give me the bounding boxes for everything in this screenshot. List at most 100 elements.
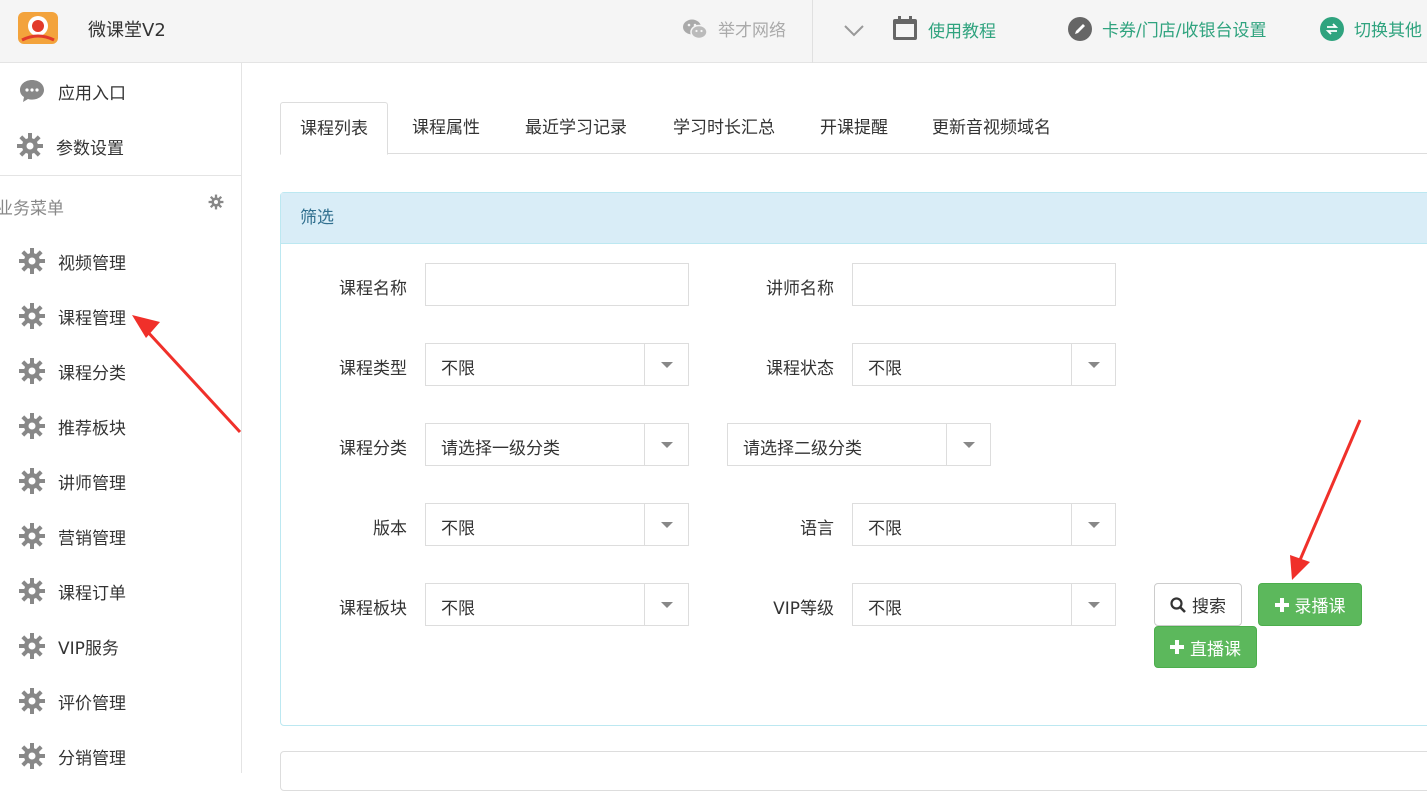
tab-course-list[interactable]: 课程列表 <box>280 102 388 155</box>
gear-icon <box>19 303 45 329</box>
tab-study-duration[interactable]: 学习时长汇总 <box>654 102 794 154</box>
wechat-account[interactable]: 举才网络 <box>682 16 786 41</box>
switch-label: 切换其他 <box>1354 21 1422 41</box>
app-title: 微课堂V2 <box>88 20 166 41</box>
pencil-icon <box>1068 16 1092 41</box>
tab-course-reminder[interactable]: 开课提醒 <box>801 102 907 154</box>
select-value: 不限 <box>441 599 475 619</box>
block-label: 课程板块 <box>339 599 407 619</box>
gear-icon <box>19 358 45 384</box>
sidebar-menu-item[interactable]: 营销管理 <box>18 522 126 550</box>
sidebar-item-app-entry[interactable]: 应用入口 <box>18 77 126 105</box>
header-divider <box>812 0 813 63</box>
sidebar-item-label: 评价管理 <box>58 693 126 714</box>
select-value: 不限 <box>441 359 475 379</box>
gear-icon <box>19 523 45 549</box>
course-name-label: 课程名称 <box>339 279 407 299</box>
app-logo <box>18 12 58 44</box>
course-name-input[interactable] <box>425 263 689 306</box>
select-value: 不限 <box>441 519 475 539</box>
teacher-name-input[interactable] <box>852 263 1116 306</box>
sidebar-item-label: 应用入口 <box>58 83 126 104</box>
sidebar-menu-item[interactable]: 课程管理 <box>18 302 126 330</box>
caret-down-icon <box>1071 584 1115 625</box>
chevron-down-icon[interactable] <box>842 18 866 42</box>
caret-down-icon <box>1071 504 1115 545</box>
add-recorded-course-button[interactable]: 录播课 <box>1258 583 1362 626</box>
sidebar-item-label: 营销管理 <box>58 528 126 549</box>
live-button-label: 直播课 <box>1190 639 1241 660</box>
sidebar-item-label: VIP服务 <box>58 638 119 659</box>
plus-icon <box>1274 597 1289 612</box>
sidebar-menu-item[interactable]: 课程订单 <box>18 577 126 605</box>
caret-down-icon <box>644 344 688 385</box>
sidebar-item-label: 分销管理 <box>58 748 126 769</box>
course-status-label: 课程状态 <box>766 359 834 379</box>
vip-level-label: VIP等级 <box>773 599 834 619</box>
course-type-select[interactable]: 不限 <box>425 343 689 386</box>
vip-level-select[interactable]: 不限 <box>852 583 1116 626</box>
teacher-name-label: 讲师名称 <box>766 279 834 299</box>
sidebar-menu-item[interactable]: VIP服务 <box>18 632 119 660</box>
search-button-label: 搜索 <box>1192 597 1226 617</box>
caret-down-icon <box>946 424 990 465</box>
select-value: 不限 <box>868 519 902 539</box>
language-select[interactable]: 不限 <box>852 503 1116 546</box>
tab-recent-study[interactable]: 最近学习记录 <box>506 102 646 154</box>
course-type-label: 课程类型 <box>339 359 407 379</box>
sidebar-menu-item[interactable]: 讲师管理 <box>18 467 126 495</box>
tab-bar: 课程列表 课程属性 最近学习记录 学习时长汇总 开课提醒 更新音视频域名 <box>280 102 1427 155</box>
search-icon <box>1170 596 1186 613</box>
select-value: 不限 <box>868 359 902 379</box>
course-status-select[interactable]: 不限 <box>852 343 1116 386</box>
gear-icon <box>19 413 45 439</box>
caret-down-icon <box>644 424 688 465</box>
wechat-label: 举才网络 <box>718 21 786 41</box>
search-button[interactable]: 搜索 <box>1154 583 1242 626</box>
chat-bubble-icon <box>20 80 44 102</box>
gear-icon <box>19 248 45 274</box>
sidebar-section-label: 业务菜单 <box>0 199 64 219</box>
gear-icon <box>19 633 45 659</box>
gear-icon <box>19 578 45 604</box>
sidebar-item-label: 讲师管理 <box>58 473 126 494</box>
record-button-label: 录播课 <box>1294 597 1346 617</box>
sidebar-item-label: 参数设置 <box>56 138 124 159</box>
tutorial-label: 使用教程 <box>928 21 996 42</box>
category1-select[interactable]: 请选择一级分类 <box>425 423 689 466</box>
caret-down-icon <box>644 584 688 625</box>
switch-link[interactable]: 切换其他 <box>1320 16 1422 41</box>
add-live-course-button[interactable]: 直播课 <box>1154 626 1257 668</box>
select-value: 不限 <box>868 599 902 619</box>
coupon-settings-label: 卡券/门店/收银台设置 <box>1102 21 1267 41</box>
sidebar: 应用入口 参数设置 业务菜单 视频管理课程管理课程分类推荐板块讲师管理营销管理课… <box>0 63 242 773</box>
sidebar-menu-item[interactable]: 视频管理 <box>18 247 126 275</box>
section-settings-icon[interactable] <box>208 194 224 210</box>
switch-icon <box>1320 16 1344 41</box>
version-label: 版本 <box>373 519 407 539</box>
category2-select[interactable]: 请选择二级分类 <box>727 423 991 466</box>
sidebar-item-label: 推荐板块 <box>58 418 126 439</box>
coupon-settings-link[interactable]: 卡券/门店/收银台设置 <box>1068 16 1266 41</box>
sidebar-menu-item[interactable]: 分销管理 <box>18 742 126 770</box>
filter-panel-title: 筛选 <box>281 193 1427 244</box>
sidebar-item-label: 课程分类 <box>58 363 126 384</box>
tab-course-attributes[interactable]: 课程属性 <box>393 102 499 154</box>
sidebar-menu-item[interactable]: 推荐板块 <box>18 412 126 440</box>
sidebar-item-settings[interactable]: 参数设置 <box>16 132 124 160</box>
wechat-icon <box>683 19 708 39</box>
tab-update-media-domain[interactable]: 更新音视频域名 <box>913 102 1070 154</box>
top-bar: 微课堂V2 举才网络 使用教程 卡券/门店/收银台设置 切换其他 <box>0 0 1427 63</box>
course-list-panel <box>280 751 1427 791</box>
gear-icon <box>19 468 45 494</box>
sidebar-menu-item[interactable]: 课程分类 <box>18 357 126 385</box>
caret-down-icon <box>644 504 688 545</box>
tutorial-link[interactable]: 使用教程 <box>892 16 996 42</box>
select-value: 请选择二级分类 <box>743 439 862 459</box>
plus-icon <box>1170 640 1184 654</box>
block-select[interactable]: 不限 <box>425 583 689 626</box>
sidebar-item-label: 课程管理 <box>58 308 126 329</box>
version-select[interactable]: 不限 <box>425 503 689 546</box>
sidebar-menu-item[interactable]: 评价管理 <box>18 687 126 715</box>
gear-icon <box>17 133 43 159</box>
